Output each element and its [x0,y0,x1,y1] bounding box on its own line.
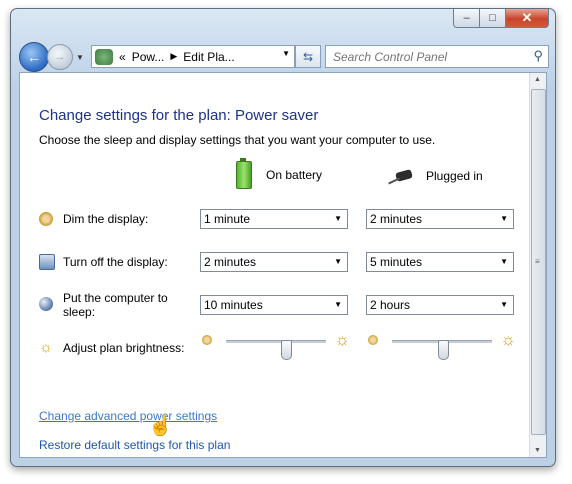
breadcrumb-separator-icon[interactable]: ▶ [170,51,177,62]
sleep-battery-value: 10 minutes [204,298,263,312]
slider-thumb[interactable] [438,340,449,360]
refresh-button[interactable]: ⇆ [295,45,321,68]
page-subtitle: Choose the sleep and display settings th… [39,133,436,147]
search-input[interactable] [331,48,525,65]
slider-thumb[interactable] [281,340,292,360]
brightness-label: Adjust plan brightness: [63,341,185,355]
plugged-column-header: Plugged in [388,165,483,187]
dim-sun-icon [368,335,378,345]
dim-display-battery-select[interactable]: 1 minute ▼ [200,209,348,229]
scrollbar-grip-icon: ≡ [535,257,540,266]
scroll-down-icon[interactable]: ▼ [534,447,541,454]
dim-display-battery-value: 1 minute [204,212,251,226]
dim-display-icon [39,212,53,226]
sleep-label-line1: Put the computer to [63,291,168,305]
page-title: Change settings for the plan: Power save… [39,107,319,124]
control-panel-icon [95,48,113,65]
turn-off-display-plugged-select[interactable]: 5 minutes ▼ [366,252,514,272]
battery-column-label: On battery [266,168,323,182]
change-advanced-power-settings-link[interactable]: Change advanced power settings [39,409,217,423]
address-dropdown-icon[interactable]: ▼ [282,49,290,58]
turn-off-display-battery-select[interactable]: 2 minutes ▼ [200,252,348,272]
sleep-label-line2: sleep: [63,305,96,319]
power-plug-icon [388,165,420,187]
bright-sun-icon: ☼ [334,330,350,349]
sleep-plugged-value: 2 hours [370,298,411,312]
sleep-plugged-select[interactable]: 2 hours ▼ [366,295,514,315]
brightness-plugged-slider[interactable]: ☼ [368,330,516,360]
bright-sun-icon: ☼ [500,330,516,349]
dropdown-arrow-icon: ▼ [334,300,342,309]
breadcrumb-power-options[interactable]: Pow... [132,50,165,64]
vertical-scrollbar[interactable]: ▲ ≡ ▼ [529,73,546,457]
scroll-up-icon[interactable]: ▲ [534,76,541,83]
minimize-button[interactable]: – [453,9,480,28]
sleep-label: Put the computer to sleep: [63,291,168,319]
hand-cursor-icon: ☝ [148,415,173,437]
search-box[interactable]: ⚲ [325,45,549,68]
breadcrumb-overflow[interactable]: « [119,50,126,64]
plugged-column-label: Plugged in [426,169,483,183]
dropdown-arrow-icon: ▼ [500,214,508,223]
scrollbar-thumb[interactable]: ≡ [531,89,546,435]
forward-button[interactable]: → [47,44,73,70]
turn-off-display-icon [39,254,55,270]
sleep-icon [39,297,53,311]
main-content-pane: Change settings for the plan: Power save… [19,72,547,458]
sleep-battery-select[interactable]: 10 minutes ▼ [200,295,348,315]
back-button[interactable]: ← [19,42,49,72]
search-icon[interactable]: ⚲ [533,48,543,64]
slider-track[interactable] [226,340,326,360]
control-panel-window: – □ ✕ ← → ▼ « Pow... ▶ Edit Pla... ▼ ⇆ ⚲… [10,8,556,467]
restore-default-settings-link[interactable]: Restore default settings for this plan [39,438,230,452]
maximize-button[interactable]: □ [480,9,506,28]
dropdown-arrow-icon: ▼ [334,214,342,223]
dim-display-plugged-value: 2 minutes [370,212,423,226]
caption-buttons: – □ ✕ [453,9,549,28]
recent-pages-dropdown-icon[interactable]: ▼ [76,53,84,62]
brightness-battery-slider[interactable]: ☼ [202,330,350,360]
dropdown-arrow-icon: ▼ [334,257,342,266]
dim-display-label: Dim the display: [63,212,149,226]
breadcrumb-edit-plan[interactable]: Edit Pla... [183,50,234,64]
dropdown-arrow-icon: ▼ [500,257,508,266]
turn-off-display-plugged-value: 5 minutes [370,255,423,269]
navigation-buttons: ← → ▼ [19,42,84,72]
turn-off-display-label: Turn off the display: [63,255,168,269]
close-button[interactable]: ✕ [506,9,549,28]
brightness-icon: ☼ [39,339,53,356]
battery-column-header: On battery [236,158,323,189]
turn-off-display-battery-value: 2 minutes [204,255,257,269]
dim-sun-icon [202,335,212,345]
slider-track[interactable] [392,340,492,360]
dropdown-arrow-icon: ▼ [500,300,508,309]
refresh-icon: ⇆ [302,49,314,64]
battery-icon [236,158,252,189]
address-bar[interactable]: « Pow... ▶ Edit Pla... ▼ [91,45,295,68]
dim-display-plugged-select[interactable]: 2 minutes ▼ [366,209,514,229]
